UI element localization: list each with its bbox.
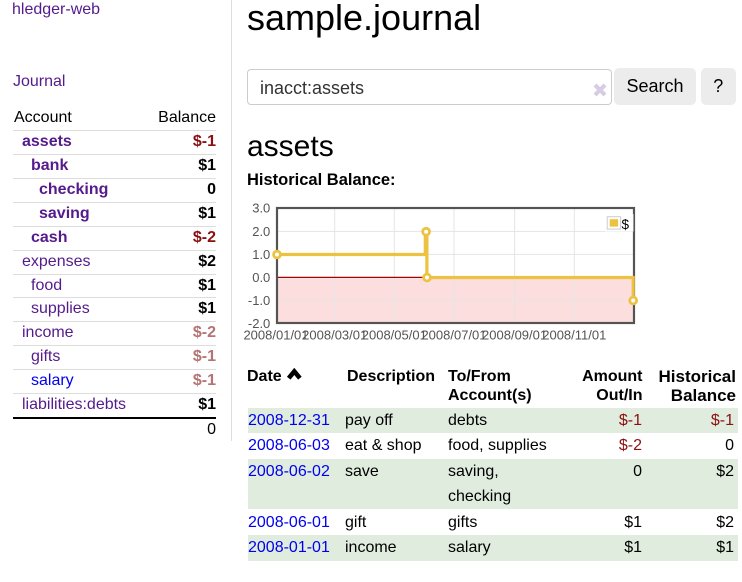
svg-text:1.0: 1.0 <box>252 247 270 262</box>
svg-text:2008/09/01: 2008/09/01 <box>482 328 547 343</box>
svg-text:3.0: 3.0 <box>252 200 270 215</box>
svg-text:2008/03/01: 2008/03/01 <box>302 328 367 343</box>
svg-text:-1.0: -1.0 <box>248 293 270 308</box>
svg-text:$: $ <box>622 217 630 232</box>
svg-text:0.0: 0.0 <box>252 270 270 285</box>
svg-text:2008/01/01: 2008/01/01 <box>243 328 308 343</box>
svg-text:2.0: 2.0 <box>252 224 270 239</box>
svg-text:2008/05/01: 2008/05/01 <box>362 328 427 343</box>
svg-text:2008/07/01: 2008/07/01 <box>421 328 486 343</box>
svg-text:2008/11/01: 2008/11/01 <box>542 328 606 343</box>
